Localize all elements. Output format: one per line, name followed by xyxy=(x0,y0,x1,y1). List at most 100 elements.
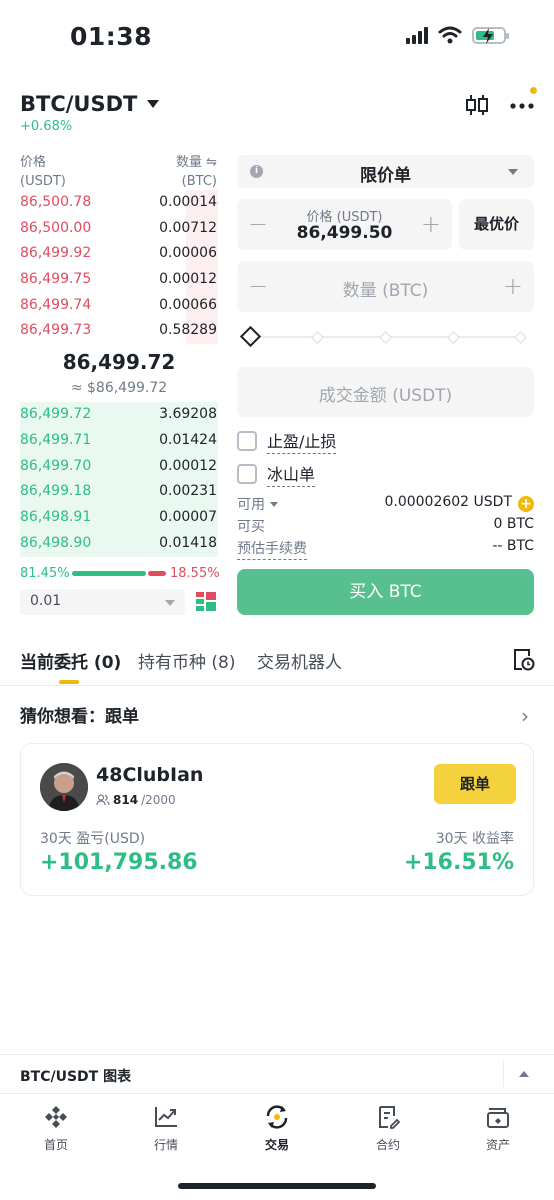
bid-qty: 0.01418 xyxy=(159,535,217,551)
slider-tick-25[interactable] xyxy=(311,331,324,344)
iceberg-checkbox[interactable] xyxy=(237,464,257,484)
nav-futures-label: 合约 xyxy=(375,1138,400,1152)
followers-count: 814 xyxy=(113,793,139,807)
bid-row[interactable]: 86,498.91 0.00007 xyxy=(20,505,218,531)
tp-sl-label: 止盈/止损 xyxy=(267,428,337,454)
active-tab-indicator xyxy=(59,680,79,684)
trader-card[interactable]: 48ClubIan 814/2000 跟单 30天 盈亏(USD) +101,7… xyxy=(20,743,534,896)
tab-open-orders[interactable]: 当前委托 (0) xyxy=(20,648,121,673)
pnl-value: +101,795.86 xyxy=(40,850,198,875)
ask-row[interactable]: 86,499.73 0.58289 xyxy=(20,318,218,344)
available-value: 0.00002602 USDT xyxy=(384,494,512,510)
bid-row[interactable]: 86,498.90 0.01418 xyxy=(20,531,218,557)
precision-select[interactable]: 0.01 xyxy=(20,589,185,615)
nav-futures[interactable]: 合约 xyxy=(348,1104,428,1153)
slider-tick-100[interactable] xyxy=(514,331,527,344)
can-buy-value: 0 BTC xyxy=(493,516,534,532)
divider xyxy=(503,1061,504,1087)
price-input-value[interactable]: 86,499.50 xyxy=(237,223,452,243)
ask-qty: 0.00012 xyxy=(159,271,217,287)
slider-tick-50[interactable] xyxy=(379,331,392,344)
precision-value: 0.01 xyxy=(30,593,62,609)
total-input[interactable]: 成交金额 (USDT) xyxy=(237,367,534,417)
tp-sl-option[interactable]: 止盈/止损 xyxy=(237,428,337,454)
fee-row: 预估手续费 -- BTC xyxy=(237,536,534,560)
nav-assets-label: 资产 xyxy=(485,1138,510,1152)
candlestick-chart-icon[interactable] xyxy=(464,92,490,118)
bid-qty: 0.01424 xyxy=(159,432,217,448)
notification-dot xyxy=(530,87,537,94)
quantity-input[interactable]: − 数量 (BTC) + xyxy=(237,261,534,312)
nav-home-label: 首页 xyxy=(43,1138,68,1152)
can-buy-row: 可买 0 BTC xyxy=(237,514,534,536)
caret-down-icon xyxy=(165,600,175,606)
bid-row[interactable]: 86,499.71 0.01424 xyxy=(20,428,218,454)
ask-price: 86,499.73 xyxy=(20,322,92,338)
fee-label[interactable]: 预估手续费 xyxy=(237,538,307,560)
bid-price: 86,499.70 xyxy=(20,458,92,474)
orderbook-layout-icon[interactable] xyxy=(195,590,217,612)
users-icon xyxy=(96,794,110,806)
trader-avatar[interactable] xyxy=(40,763,88,811)
battery-icon xyxy=(472,26,509,44)
ask-row[interactable]: 86,500.78 0.00014 xyxy=(20,190,218,216)
chart-drawer-label: BTC/USDT 图表 xyxy=(20,1069,132,1085)
nav-assets[interactable]: 资产 xyxy=(458,1104,538,1153)
home-indicator[interactable] xyxy=(178,1183,376,1189)
ask-qty: 0.00014 xyxy=(159,194,217,210)
pnl-label: 30天 盈亏(USD) xyxy=(40,831,146,847)
best-price-button[interactable]: 最优价 xyxy=(459,199,534,250)
last-price-fiat: ≈ $86,499.72 xyxy=(70,380,168,396)
bid-price: 86,499.18 xyxy=(20,483,92,499)
tp-sl-checkbox[interactable] xyxy=(237,431,257,451)
orderbook-price-header: 价格 (USDT) xyxy=(20,155,66,189)
price-plus-button[interactable]: + xyxy=(421,212,441,236)
ask-row[interactable]: 86,499.92 0.00006 xyxy=(20,241,218,267)
order-history-icon[interactable] xyxy=(511,647,535,671)
caret-up-icon[interactable] xyxy=(519,1071,529,1077)
available-label[interactable]: 可用 xyxy=(237,494,278,514)
tab-trading-bots[interactable]: 交易机器人 xyxy=(257,648,342,673)
add-funds-icon[interactable]: + xyxy=(518,496,534,512)
orderbook-qty-header[interactable]: 数量 ⇋ (BTC) xyxy=(120,153,217,191)
chevron-right-icon[interactable]: › xyxy=(521,704,529,728)
ask-qty: 0.00712 xyxy=(159,220,217,236)
buy-ratio: 81.45% xyxy=(20,566,70,581)
buy-button[interactable]: 买入 BTC xyxy=(237,569,534,615)
bid-row[interactable]: 86,499.70 0.00012 xyxy=(20,454,218,480)
chart-drawer-bar[interactable]: BTC/USDT 图表 xyxy=(0,1054,554,1093)
status-time: 01:38 xyxy=(70,22,153,51)
ask-row[interactable]: 86,499.74 0.00066 xyxy=(20,293,218,319)
bid-qty: 0.00231 xyxy=(159,483,217,499)
bid-row[interactable]: 86,499.18 0.00231 xyxy=(20,479,218,505)
ask-row[interactable]: 86,500.00 0.00712 xyxy=(20,216,218,242)
pair-change: +0.68% xyxy=(20,119,73,134)
amount-slider-handle[interactable] xyxy=(239,325,262,348)
qty-plus-button[interactable]: + xyxy=(503,274,523,298)
pair-selector[interactable]: BTC/USDT xyxy=(20,92,160,116)
available-row: 可用 0.00002602 USDT + xyxy=(237,492,534,514)
trader-name[interactable]: 48ClubIan xyxy=(96,764,203,786)
nav-trade[interactable]: 交易 xyxy=(237,1104,317,1153)
more-icon[interactable] xyxy=(508,94,536,116)
iceberg-option[interactable]: 冰山单 xyxy=(237,461,316,487)
bid-row[interactable]: 86,499.72 3.69208 xyxy=(20,402,218,428)
order-type-select[interactable]: i 限价单 xyxy=(237,155,534,188)
ask-qty: 0.00006 xyxy=(159,245,217,261)
bid-price: 86,499.72 xyxy=(20,406,92,422)
copy-trade-button[interactable]: 跟单 xyxy=(434,764,516,804)
bid-price: 86,498.90 xyxy=(20,535,92,551)
caret-down-icon xyxy=(147,100,160,108)
ask-row[interactable]: 86,499.75 0.00012 xyxy=(20,267,218,293)
slider-tick-75[interactable] xyxy=(447,331,460,344)
order-type-label: 限价单 xyxy=(360,166,411,186)
last-price[interactable]: 86,499.72 xyxy=(20,350,218,374)
nav-home[interactable]: 首页 xyxy=(16,1104,96,1153)
price-input[interactable]: − 价格 (USDT) 86,499.50 + xyxy=(237,199,452,250)
nav-markets[interactable]: 行情 xyxy=(126,1104,206,1153)
trade-swap-icon xyxy=(266,1105,288,1129)
status-bar: 01:38 xyxy=(0,0,554,80)
roi-label: 30天 收益率 xyxy=(435,831,514,847)
nav-trade-label: 交易 xyxy=(264,1138,289,1152)
tab-holdings[interactable]: 持有币种 (8) xyxy=(138,648,235,673)
